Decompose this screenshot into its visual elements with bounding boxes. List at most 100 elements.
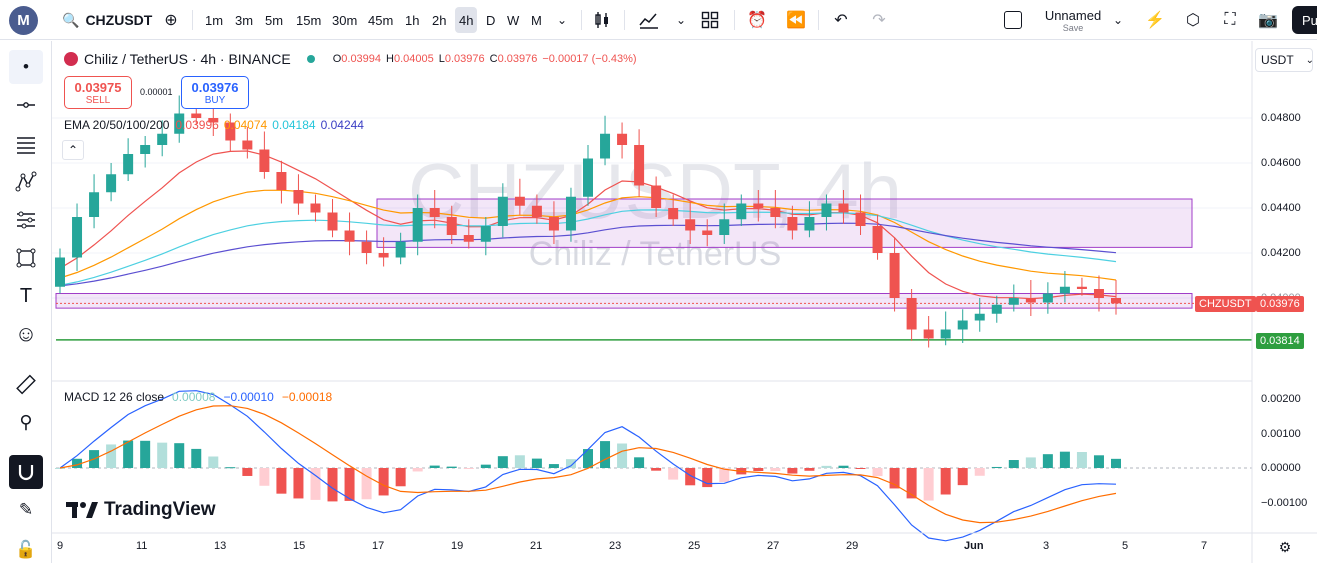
tradingview-logo[interactable]: TradingView: [66, 499, 216, 521]
price-tick: 0.04800: [1261, 112, 1301, 124]
ema20-value: 0.03996: [175, 118, 219, 132]
macd-histogram-bar: [514, 455, 525, 468]
candle-body: [327, 212, 338, 231]
candle-body: [242, 140, 253, 150]
macd-histogram-bar: [1025, 457, 1036, 468]
macd-histogram-bar: [753, 468, 764, 472]
macd-histogram-bar: [123, 440, 134, 468]
candle-body: [89, 192, 100, 217]
macd-histogram-bar: [668, 468, 679, 480]
price-tick: 0.04600: [1261, 157, 1301, 169]
macd-histogram-bar: [889, 468, 900, 489]
candle-body: [889, 253, 900, 298]
candle-body: [974, 313, 985, 321]
sell-button[interactable]: 0.03975 SELL: [64, 76, 132, 109]
macd-histogram-bar: [395, 468, 406, 487]
macd-tick: 0.00000: [1261, 462, 1301, 474]
time-tick: 27: [767, 540, 780, 552]
candle-body: [157, 133, 168, 145]
candle-body: [923, 329, 934, 339]
candle-body: [1008, 298, 1019, 305]
sell-price: 0.03975: [74, 79, 122, 95]
candle-body: [668, 208, 679, 220]
macd-histogram-bar: [157, 442, 168, 468]
candle-body: [957, 320, 968, 330]
ema-label: EMA 20/50/100/200: [64, 118, 170, 132]
price-tick: 0.04400: [1261, 202, 1301, 214]
candle-body: [361, 241, 372, 253]
currency-select[interactable]: USDT ⌄: [1255, 48, 1315, 72]
candle-body: [753, 203, 764, 208]
candle-body: [480, 226, 491, 242]
macd-histogram-bar: [1076, 452, 1087, 468]
macd-histogram-bar: [259, 468, 270, 486]
macd-histogram-bar: [548, 464, 559, 468]
ohlc-open-label: O: [332, 53, 342, 65]
symbol-price-tag: CHZUSDT: [1195, 296, 1256, 312]
macd-histogram-bar: [463, 468, 474, 469]
candle-body: [565, 196, 576, 231]
time-tick: 29: [846, 540, 859, 552]
macd-histogram-bar: [208, 456, 219, 468]
macd-legend[interactable]: MACD 12 26 close 0.00008 −0.00010 −0.000…: [64, 390, 332, 404]
macd-histogram-bar: [55, 468, 65, 469]
sell-label: SELL: [85, 94, 111, 106]
candle-body: [429, 208, 440, 217]
candle-body: [838, 203, 849, 213]
macd-histogram-bar: [957, 468, 968, 486]
candle-body: [855, 212, 866, 226]
chevron-up-icon: ⌃: [67, 143, 79, 157]
candle-body: [736, 203, 747, 220]
time-tick: 23: [609, 540, 622, 552]
macd-histogram-bar: [361, 468, 372, 500]
candle-body: [106, 174, 117, 193]
macd-histogram-bar: [327, 468, 338, 502]
candle-body: [1042, 293, 1053, 303]
candle-body: [685, 219, 696, 231]
ohlc-close: 0.03976: [497, 53, 538, 65]
time-tick: 11: [136, 540, 148, 552]
macd-histogram-bar: [770, 468, 781, 471]
macd-hist-value: 0.00008: [172, 390, 216, 404]
macd-histogram-bar: [191, 448, 202, 468]
buy-button[interactable]: 0.03976 BUY: [181, 76, 249, 109]
tradingview-logo-icon: [66, 502, 98, 518]
legend-collapse-button[interactable]: ⌃: [62, 140, 84, 160]
macd-signal-value: −0.00018: [281, 390, 333, 404]
macd-histogram-bar: [293, 468, 304, 499]
chevron-down-icon: ⌄: [1305, 54, 1315, 66]
buy-price: 0.03976: [191, 79, 239, 95]
candle-body: [378, 253, 389, 258]
candle-body: [72, 217, 83, 258]
market-open-icon: [306, 55, 315, 63]
candle-body: [1111, 298, 1121, 304]
ema-legend[interactable]: EMA 20/50/100/200 0.03996 0.04074 0.0418…: [64, 118, 364, 132]
ohlc-high-label: H: [386, 53, 394, 65]
candle-body: [583, 158, 593, 197]
candle-body: [651, 185, 662, 208]
candle-body: [1076, 286, 1087, 289]
macd-histogram-bar: [872, 468, 883, 477]
macd-histogram-bar: [1111, 458, 1121, 468]
settings-gear-icon[interactable]: ⚙: [1276, 538, 1294, 556]
candle-body: [548, 217, 559, 231]
macd-histogram-bar: [906, 468, 917, 499]
time-tick: 3: [1043, 540, 1050, 552]
macd-histogram-bar: [225, 467, 236, 469]
time-tick: 15: [293, 540, 306, 552]
macd-histogram-bar: [1093, 455, 1104, 468]
macd-histogram-bar: [378, 468, 389, 496]
macd-histogram-bar: [412, 468, 423, 472]
ohlc-change: −0.00017 (−0.43%): [542, 53, 637, 65]
candle-body: [634, 145, 645, 186]
buy-label: BUY: [204, 94, 226, 106]
legend-title[interactable]: Chiliz / TetherUS · 4h · BINANCE: [84, 51, 291, 67]
candle-body: [412, 208, 423, 242]
macd-histogram-bar: [106, 444, 117, 468]
candle-body: [1093, 289, 1104, 298]
macd-histogram-bar: [583, 449, 593, 468]
candle-body: [55, 257, 65, 287]
macd-tick: −0.00100: [1261, 497, 1308, 509]
candle-body: [770, 208, 781, 217]
price-tick: 0.04200: [1261, 247, 1301, 259]
